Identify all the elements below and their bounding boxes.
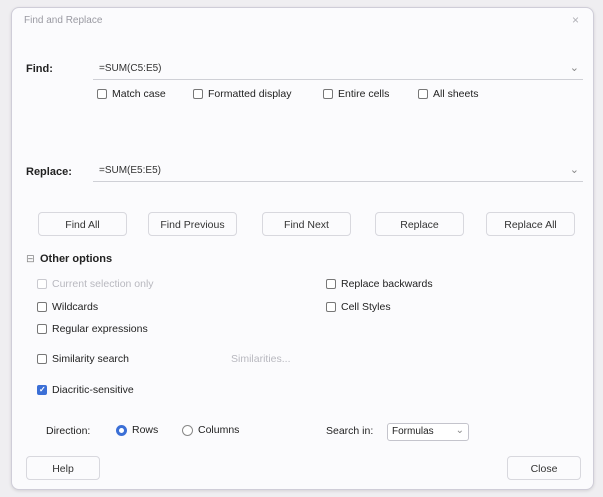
- find-input[interactable]: =SUM(C5:E5) ⌄: [93, 59, 583, 80]
- similarity-search-label: Similarity search: [52, 353, 130, 365]
- diacritic-sensitive-label: Diacritic-sensitive: [52, 384, 134, 396]
- checkbox-box[interactable]: [97, 89, 107, 99]
- entire-cells-label: Entire cells: [338, 88, 390, 100]
- replace-label: Replace:: [26, 166, 72, 178]
- checkbox-box[interactable]: [37, 324, 47, 334]
- match-case-checkbox[interactable]: Match case: [97, 88, 166, 100]
- regular-expressions-label: Regular expressions: [52, 323, 148, 335]
- wildcards-checkbox[interactable]: Wildcards: [37, 301, 98, 313]
- close-icon[interactable]: ×: [572, 13, 579, 27]
- checkbox-box[interactable]: [37, 385, 47, 395]
- find-label: Find:: [26, 63, 53, 75]
- rows-radio[interactable]: Rows: [116, 424, 158, 436]
- checkbox-box[interactable]: [37, 302, 47, 312]
- search-in-value: Formulas: [392, 426, 434, 437]
- replace-input[interactable]: =SUM(E5:E5) ⌄: [93, 161, 583, 182]
- find-next-button[interactable]: Find Next: [262, 212, 351, 236]
- expander-icon[interactable]: ⊟: [26, 253, 35, 265]
- formatted-display-checkbox[interactable]: Formatted display: [193, 88, 291, 100]
- chevron-down-icon[interactable]: ⌄: [570, 163, 579, 176]
- checkbox-box[interactable]: [323, 89, 333, 99]
- title-bar: Find and Replace ×: [12, 8, 593, 34]
- radio-dot[interactable]: [182, 424, 193, 436]
- cell-styles-label: Cell Styles: [341, 301, 391, 313]
- checkbox-box[interactable]: [326, 279, 336, 289]
- formatted-display-label: Formatted display: [208, 88, 292, 100]
- other-options-heading[interactable]: Other options: [40, 253, 112, 265]
- close-button[interactable]: Close: [507, 456, 581, 480]
- diacritic-sensitive-checkbox[interactable]: Diacritic-sensitive: [37, 384, 134, 396]
- replace-backwards-checkbox[interactable]: Replace backwards: [326, 278, 433, 290]
- current-selection-label: Current selection only: [52, 278, 154, 290]
- all-sheets-label: All sheets: [433, 88, 479, 100]
- find-all-button[interactable]: Find All: [38, 212, 127, 236]
- checkbox-box[interactable]: [418, 89, 428, 99]
- checkbox-box[interactable]: [193, 89, 203, 99]
- current-selection-checkbox: Current selection only: [37, 278, 154, 290]
- find-previous-button[interactable]: Find Previous: [148, 212, 237, 236]
- window-title: Find and Replace: [24, 15, 103, 26]
- search-in-select[interactable]: Formulas ⌄: [387, 423, 469, 441]
- similarities-button: Similarities...: [231, 353, 291, 365]
- all-sheets-checkbox[interactable]: All sheets: [418, 88, 479, 100]
- match-case-label: Match case: [112, 88, 166, 100]
- cell-styles-checkbox[interactable]: Cell Styles: [326, 301, 391, 313]
- replace-value: =SUM(E5:E5): [99, 165, 161, 176]
- search-in-label: Search in:: [326, 425, 374, 437]
- find-replace-dialog: Find and Replace × Find: =SUM(C5:E5) ⌄ M…: [11, 7, 594, 490]
- chevron-down-icon[interactable]: ⌄: [570, 61, 579, 74]
- replace-all-button[interactable]: Replace All: [486, 212, 575, 236]
- wildcards-label: Wildcards: [52, 301, 99, 313]
- rows-label: Rows: [132, 424, 159, 436]
- checkbox-box[interactable]: [326, 302, 336, 312]
- direction-label: Direction:: [46, 425, 91, 437]
- radio-dot[interactable]: [116, 424, 127, 436]
- checkbox-box: [37, 279, 47, 289]
- chevron-down-icon[interactable]: ⌄: [456, 425, 464, 436]
- replace-button[interactable]: Replace: [375, 212, 464, 236]
- help-button[interactable]: Help: [26, 456, 100, 480]
- similarity-search-checkbox[interactable]: Similarity search: [37, 353, 129, 365]
- checkbox-box[interactable]: [37, 354, 47, 364]
- columns-radio[interactable]: Columns: [182, 424, 239, 436]
- regular-expressions-checkbox[interactable]: Regular expressions: [37, 323, 148, 335]
- entire-cells-checkbox[interactable]: Entire cells: [323, 88, 389, 100]
- find-value: =SUM(C5:E5): [99, 63, 162, 74]
- replace-backwards-label: Replace backwards: [341, 278, 433, 290]
- columns-label: Columns: [198, 424, 240, 436]
